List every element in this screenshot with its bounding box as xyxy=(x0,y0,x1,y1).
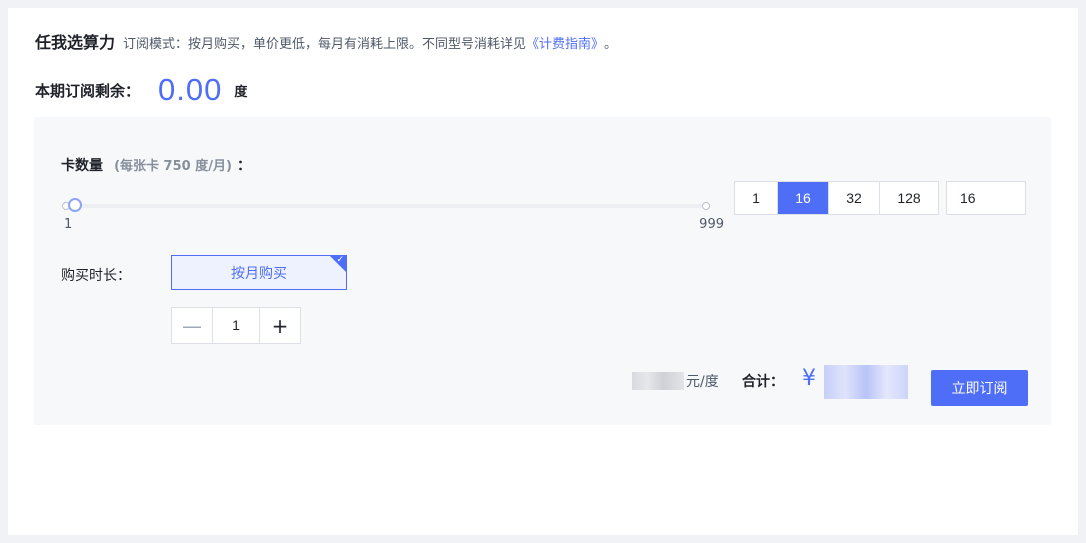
description-tail: 。 xyxy=(604,37,618,52)
slider-max-label: 999 xyxy=(699,217,724,232)
purchase-panel: 卡数量 (每张卡 750 度/月) ： 1 999 1 16 32 128 16… xyxy=(34,117,1051,425)
duration-label: 购买时长： xyxy=(61,268,131,284)
quantity-presets: 1 16 32 128 xyxy=(734,181,939,215)
subscription-description: 订阅模式：按月购买，单价更低，每月有消耗上限。不同型号消耗详见 xyxy=(123,37,527,52)
preset-128[interactable]: 128 xyxy=(880,182,938,214)
preset-32[interactable]: 32 xyxy=(829,182,880,214)
unit-price-suffix: 元/度 xyxy=(686,374,719,390)
card-quantity-title: 卡数量 xyxy=(61,158,103,174)
duration-stepper: — 1 + xyxy=(171,307,301,344)
card-quantity-note: (每张卡 750 度/月) xyxy=(114,159,232,174)
billing-guide-link[interactable]: 《计费指南》 xyxy=(526,33,604,52)
header: 任我选算力 订阅模式：按月购买，单价更低，每月有消耗上限。不同型号消耗详见 《计… xyxy=(35,29,617,53)
remaining-balance: 本期订阅剩余： 0.00 度 xyxy=(35,70,247,110)
preset-1[interactable]: 1 xyxy=(735,182,778,214)
card-quantity-colon: ： xyxy=(237,158,252,174)
card-quantity-label: 卡数量 (每张卡 750 度/月) ： xyxy=(61,155,251,175)
remaining-value: 0.00 xyxy=(158,72,223,107)
monthly-purchase-option[interactable]: 按月购买 ✓ xyxy=(171,255,347,290)
slider-thumb[interactable] xyxy=(68,198,82,212)
card-quantity-input[interactable]: 16 xyxy=(946,181,1026,215)
plus-icon[interactable]: + xyxy=(259,308,300,343)
slider-max-dot xyxy=(702,202,710,210)
subscribe-button[interactable]: 立即订阅 xyxy=(931,370,1028,406)
page-title: 任我选算力 xyxy=(35,33,116,52)
remaining-label: 本期订阅剩余： xyxy=(35,81,141,100)
card-quantity-slider[interactable]: 1 999 xyxy=(62,195,724,232)
preset-16[interactable]: 16 xyxy=(778,182,829,214)
currency-symbol: ¥ xyxy=(802,366,816,391)
total-label: 合计： xyxy=(742,374,784,390)
unit-price-blurred xyxy=(632,372,684,390)
check-icon: ✓ xyxy=(336,255,344,265)
total-price-blurred xyxy=(824,365,908,399)
duration-value[interactable]: 1 xyxy=(213,308,259,343)
slider-min-label: 1 xyxy=(64,217,73,232)
subscription-card: 任我选算力 订阅模式：按月购买，单价更低，每月有消耗上限。不同型号消耗详见 《计… xyxy=(8,8,1078,535)
remaining-unit: 度 xyxy=(234,84,248,100)
monthly-purchase-label: 按月购买 xyxy=(231,265,287,282)
minus-icon[interactable]: — xyxy=(172,308,213,343)
slider-track[interactable] xyxy=(66,204,706,208)
